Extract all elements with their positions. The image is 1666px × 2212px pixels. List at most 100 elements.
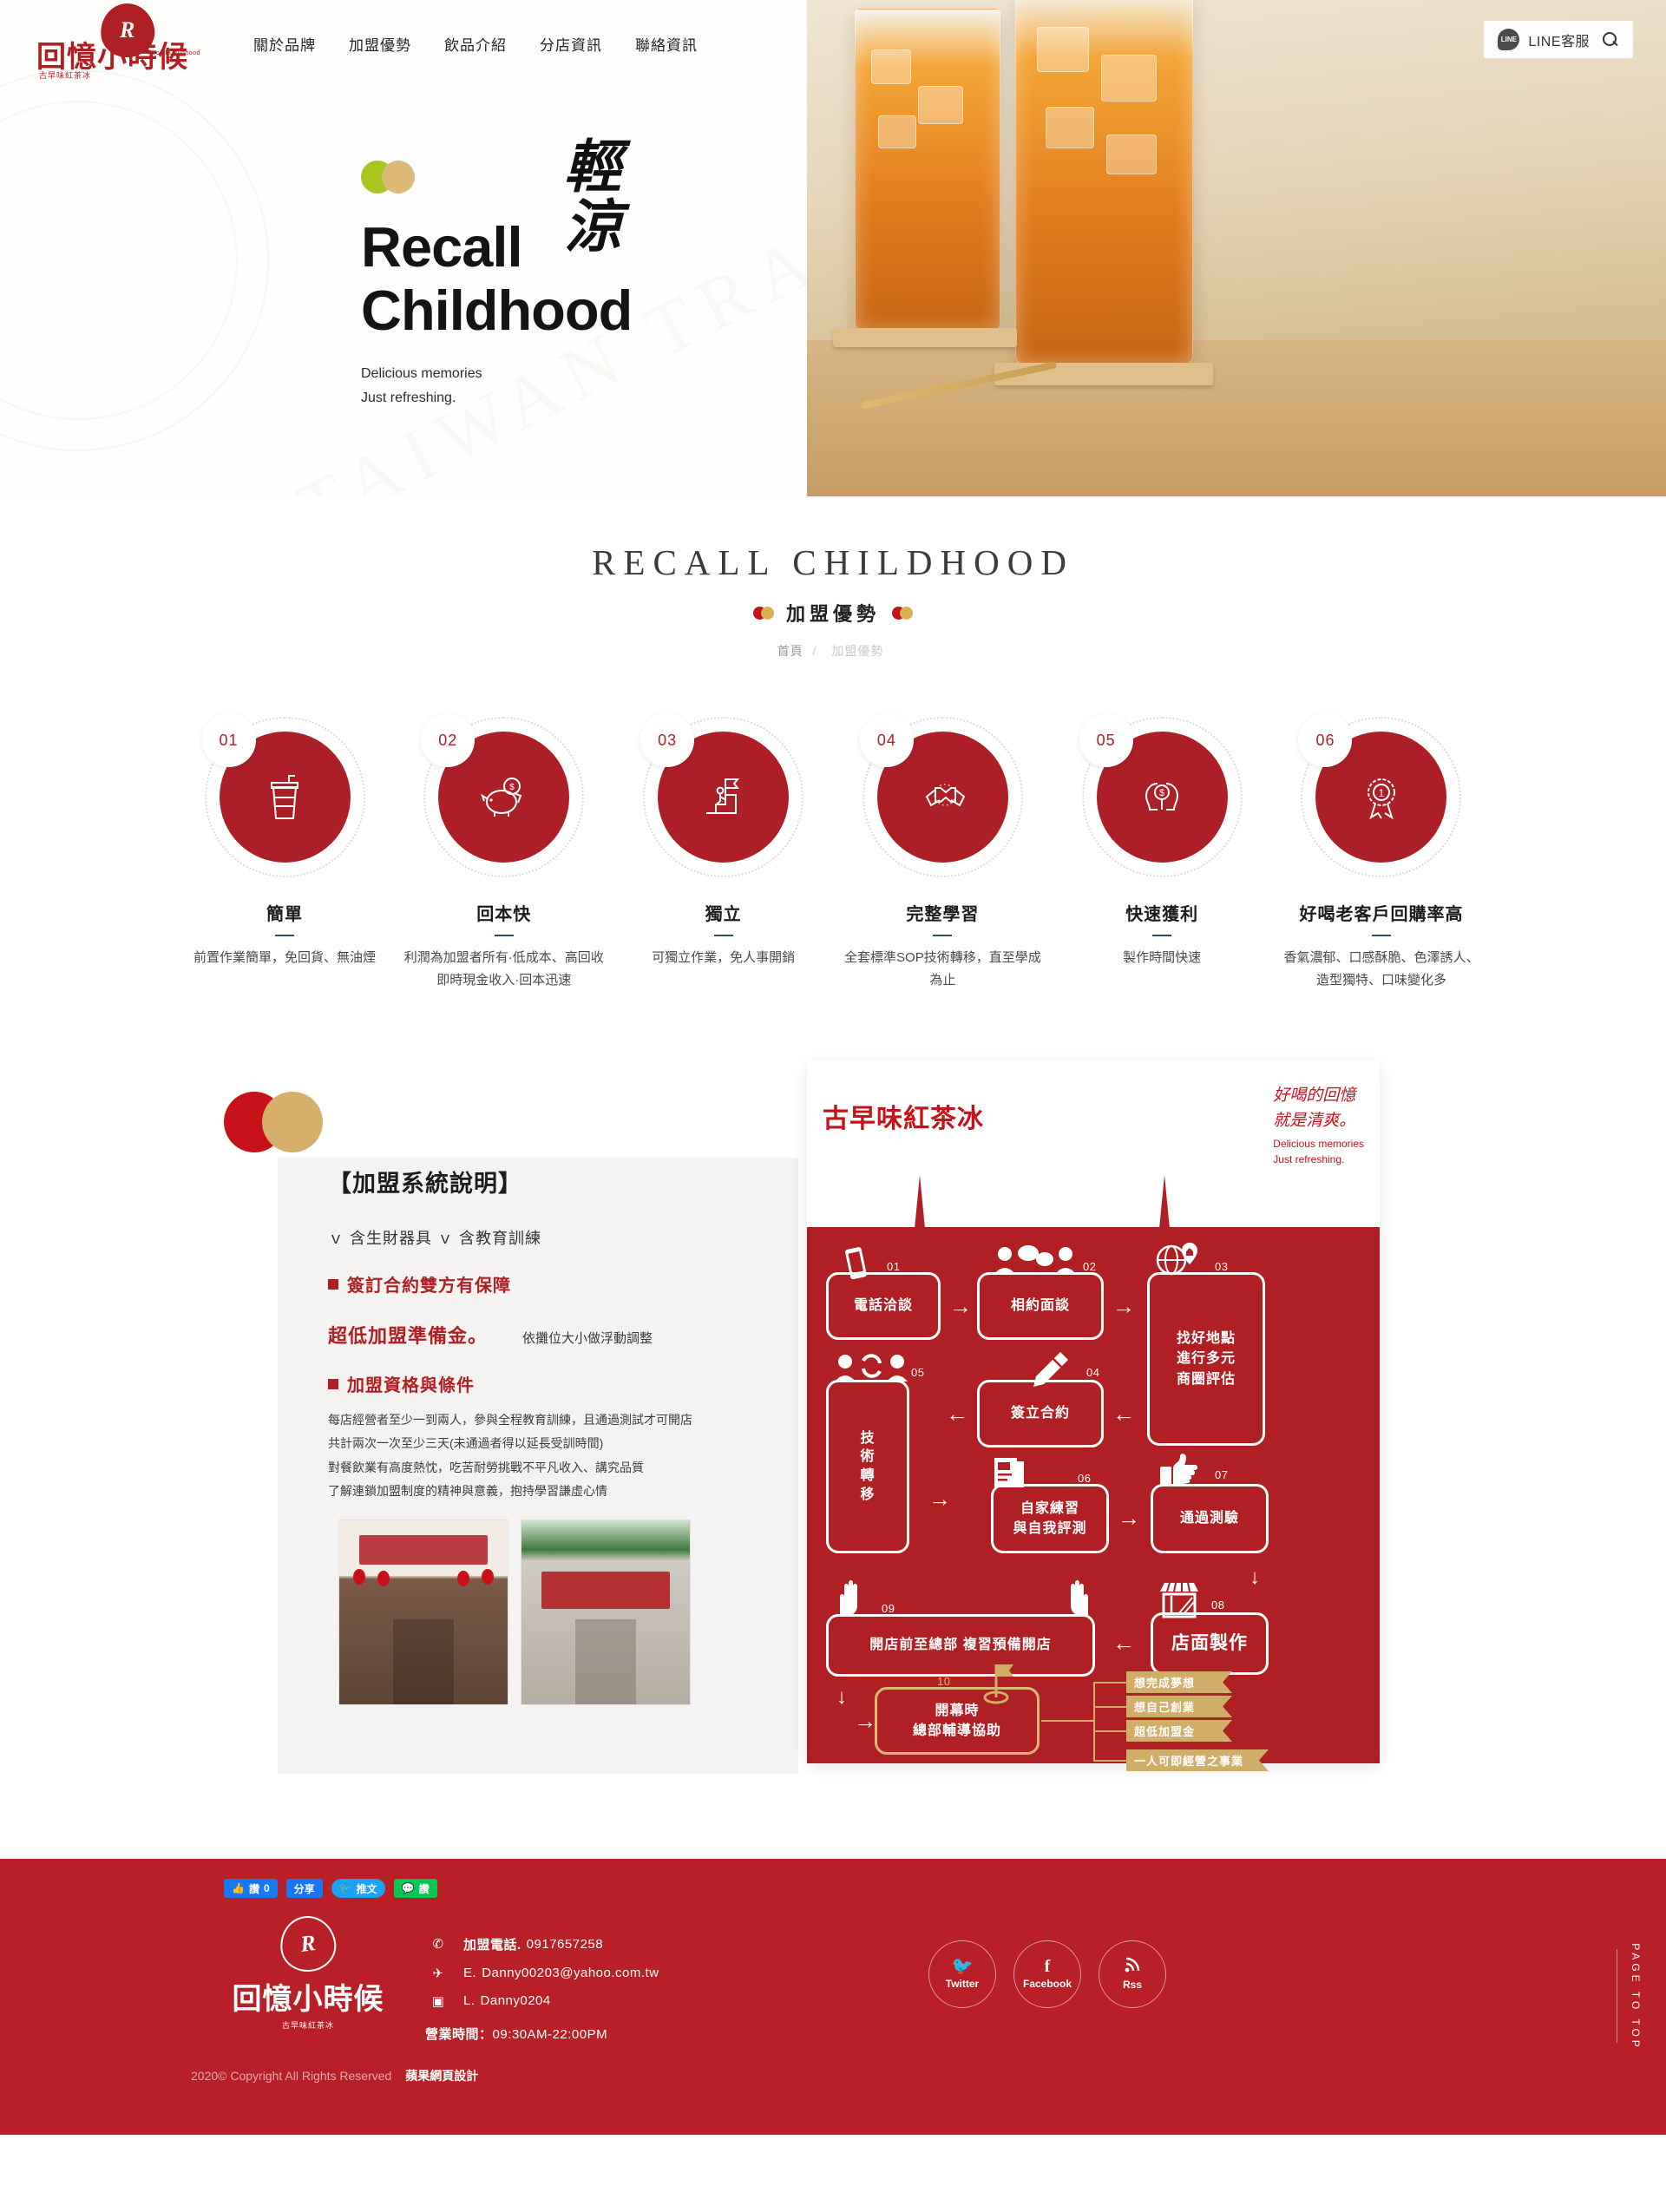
info-checklist: ｖ 含生財器具 ｖ 含教育訓練 bbox=[328, 1230, 542, 1247]
designer-credit[interactable]: 蘋果網頁設計 bbox=[405, 2069, 478, 2083]
award-ribbon-icon: 1 bbox=[1367, 778, 1395, 819]
feature-item-05: $ 05 快速獲利 製作時間快速 bbox=[1059, 713, 1264, 969]
info-fee-headline: 超低加盟準備金。 bbox=[328, 1325, 489, 1347]
hero-dot-tan-icon bbox=[382, 161, 415, 194]
site-logo[interactable]: R 回憶小時候 古早味紅茶冰 Recall Childhood bbox=[36, 0, 210, 85]
contact-phone-label: 加盟電話. bbox=[463, 1937, 521, 1953]
feature-circle: 04 bbox=[859, 713, 1023, 877]
feature-title: 好喝老客戶回購率高 bbox=[1299, 905, 1464, 924]
step-number-04: 04 bbox=[1086, 1366, 1100, 1379]
site-footer: R 回憶小時候 古早味紅茶冰 2020© Copyright All Right… bbox=[0, 1858, 1666, 2135]
info-bullet-contract: 簽訂合約雙方有保障 bbox=[328, 1271, 814, 1296]
benefit-banner-3: 超低加盟金 bbox=[1126, 1720, 1232, 1742]
contact-email-row: ✈ E. Danny00203@yahoo.com.tw bbox=[425, 1966, 911, 1981]
flowchart-header: 古早味紅茶冰 好喝的回憶 就是清爽。 Delicious memories Ju… bbox=[807, 1060, 1380, 1227]
line-chat-icon: 💬 bbox=[401, 1882, 415, 1894]
benefit-banner-4: 一人可即經營之事業 bbox=[1126, 1749, 1269, 1771]
twitter-tweet-button[interactable]: 🐦 推文 bbox=[331, 1879, 385, 1898]
contact-line-value[interactable]: Danny0204 bbox=[481, 1993, 551, 2008]
page-title-cn: 加盟優勢 bbox=[785, 603, 880, 625]
footer-contact: ✆ 加盟電話. 0917657258 ✈ E. Danny00203@yahoo… bbox=[425, 1916, 911, 2043]
flow-step-03: 找好地點 進行多元 商圈評估 bbox=[1147, 1272, 1265, 1446]
feature-title: 快速獲利 bbox=[1125, 905, 1199, 924]
facebook-like-button[interactable]: 👍 讚 0 bbox=[224, 1879, 278, 1898]
condition-line: 對餐飲業有高度熱忱，吃苦耐勞挑戰不平凡收入、講究品質 bbox=[328, 1460, 644, 1474]
social-twitter-label: Twitter bbox=[945, 1978, 980, 1990]
hero-title-line2: Childhood bbox=[361, 278, 633, 342]
calligraphy-char-1: 輕 bbox=[564, 133, 621, 200]
flowchart-tagline2: Just refreshing. bbox=[1273, 1153, 1345, 1165]
social-rss[interactable]: Rss bbox=[1099, 1940, 1166, 2008]
franchise-flowchart: 古早味紅茶冰 好喝的回憶 就是清爽。 Delicious memories Ju… bbox=[807, 1060, 1380, 1763]
twitter-bird-icon: 🐦 bbox=[338, 1882, 352, 1894]
feature-divider bbox=[933, 935, 953, 936]
social-twitter[interactable]: 🐦 Twitter bbox=[928, 1940, 996, 2008]
thumbs-up-icon: 👍 bbox=[232, 1882, 245, 1894]
feature-desc: 前置作業簡單，免回貨、無油煙 bbox=[193, 950, 376, 965]
flow-arrow-07-08: ↓ bbox=[1250, 1565, 1260, 1589]
header-spike-right bbox=[1159, 1175, 1170, 1229]
banner-connector bbox=[1093, 1706, 1128, 1708]
contact-email-value[interactable]: Danny00203@yahoo.com.tw bbox=[482, 1966, 659, 1980]
feature-number: 04 bbox=[859, 713, 914, 767]
flow-step-07: 通過測驗 bbox=[1151, 1484, 1269, 1553]
hours-label: 營業時間： bbox=[425, 2026, 493, 2042]
flow-arrow-08-09: ← bbox=[1112, 1630, 1135, 1656]
search-icon[interactable] bbox=[1602, 31, 1619, 49]
social-facebook[interactable]: f Facebook bbox=[1013, 1940, 1081, 2008]
feature-circle: 1 06 bbox=[1298, 713, 1462, 877]
line-like-button[interactable]: 💬 讚 bbox=[393, 1879, 437, 1898]
info-fee-row: 超低加盟準備金。 依攤位大小做浮動調整 bbox=[328, 1321, 814, 1349]
step-number-02: 02 bbox=[1083, 1260, 1097, 1273]
footer-logo-seal-icon: R bbox=[277, 1912, 339, 1975]
back-to-top[interactable]: PAGE TO TOP bbox=[1617, 1943, 1642, 2050]
facebook-f-icon: f bbox=[1044, 1957, 1051, 1976]
feature-number: 05 bbox=[1079, 713, 1133, 767]
condition-line: 了解連鎖加盟制度的精神與意義，抱持學習謙虛心情 bbox=[328, 1483, 607, 1498]
nav-item-contact[interactable]: 聯絡資訊 bbox=[635, 33, 698, 55]
social-rss-label: Rss bbox=[1122, 1979, 1142, 1991]
coaster-back bbox=[833, 328, 1017, 347]
flow-arrow-05-06: → bbox=[928, 1486, 951, 1512]
feature-number: 03 bbox=[640, 713, 695, 767]
flow-step-01: 電話洽談 bbox=[826, 1272, 941, 1340]
tweet-label: 推文 bbox=[356, 1882, 377, 1895]
header-spike-left bbox=[915, 1175, 925, 1229]
svg-text:$: $ bbox=[509, 783, 515, 792]
contact-phone-value[interactable]: 0917657258 bbox=[527, 1937, 603, 1952]
nav-item-stores[interactable]: 分店資訊 bbox=[540, 33, 602, 55]
nav-item-drinks[interactable]: 飲品介紹 bbox=[444, 33, 507, 55]
breadcrumb-home[interactable]: 首頁 bbox=[777, 644, 803, 658]
step-number-05: 05 bbox=[911, 1366, 925, 1379]
contact-line-row: ▣ L. Danny0204 bbox=[425, 1993, 911, 2009]
footer-logo-block: R 回憶小時候 古早味紅茶冰 2020© Copyright All Right… bbox=[95, 1912, 478, 2084]
flag-stairs-icon bbox=[705, 778, 739, 814]
page-title-cn-row: 加盟優勢 bbox=[0, 599, 1666, 627]
line-service-label[interactable]: LINE客服 bbox=[1528, 30, 1590, 50]
step-number-03: 03 bbox=[1215, 1260, 1229, 1273]
flow-arrow-03-04: ← bbox=[1112, 1401, 1135, 1427]
info-decoration-dots bbox=[224, 1092, 323, 1152]
section-heading: RECALL CHILDHOOD 加盟優勢 首頁 / 加盟優勢 bbox=[0, 496, 1666, 660]
table-surface bbox=[807, 340, 1666, 496]
main-navigation: 關於品牌 加盟優勢 飲品介紹 分店資訊 聯絡資訊 bbox=[253, 33, 698, 55]
info-bullet2-text: 加盟資格與條件 bbox=[347, 1376, 475, 1395]
page-title-en: RECALL CHILDHOOD bbox=[592, 542, 1074, 582]
breadcrumb-current: 加盟優勢 bbox=[831, 644, 884, 658]
line-icon: ▣ bbox=[431, 1993, 445, 2009]
feature-circle: 01 bbox=[201, 713, 365, 877]
title-dots-right-icon bbox=[892, 606, 913, 620]
step-number-01: 01 bbox=[887, 1260, 901, 1273]
flow-step-05: 技 術 轉 移 bbox=[826, 1380, 909, 1553]
page-root: R 回憶小時候 古早味紅茶冰 Recall Childhood 關於品牌 加盟優… bbox=[0, 0, 1666, 2135]
bullet-square-icon bbox=[328, 1378, 338, 1389]
feature-divider bbox=[1152, 935, 1172, 936]
feature-title: 回本快 bbox=[476, 905, 532, 924]
flowchart-title: 古早味紅茶冰 bbox=[823, 1105, 984, 1133]
flow-arrow-06-07: → bbox=[1118, 1505, 1140, 1531]
nav-item-franchise[interactable]: 加盟優勢 bbox=[349, 33, 411, 55]
nav-item-about[interactable]: 關於品牌 bbox=[253, 33, 316, 55]
footer-copyright: 2020© Copyright All Rights Reserved 蘋果網頁… bbox=[191, 2067, 478, 2084]
facebook-share-button[interactable]: 分享 bbox=[285, 1879, 323, 1898]
step-number-10: 10 bbox=[937, 1675, 951, 1688]
